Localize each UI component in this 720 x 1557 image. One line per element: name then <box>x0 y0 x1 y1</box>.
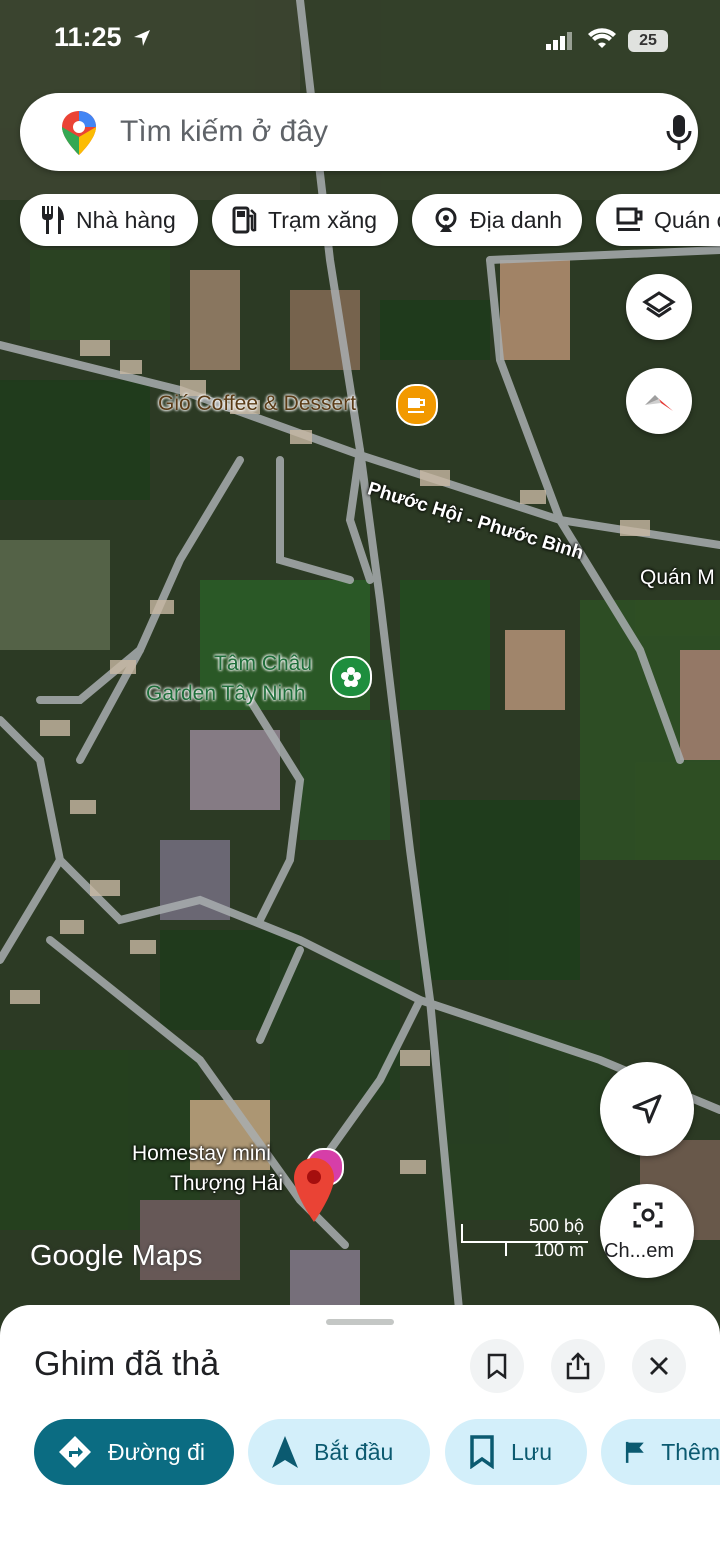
camera-lens-icon <box>633 1202 663 1228</box>
chip-restaurants[interactable]: Nhà hàng <box>20 194 198 246</box>
directions-button[interactable]: Đường đi <box>34 1419 234 1485</box>
chip-label: Địa danh <box>470 206 563 233</box>
coffee-icon <box>408 398 425 413</box>
wifi-icon <box>588 28 616 48</box>
layers-button[interactable] <box>626 274 692 340</box>
location-arrow-icon <box>134 30 150 46</box>
chip-coffee[interactable]: Quán c <box>596 194 720 246</box>
chip-label: Trạm xăng <box>268 206 378 233</box>
sheet-drag-handle[interactable] <box>326 1319 394 1325</box>
compass-button[interactable] <box>626 368 692 434</box>
coffee-pin-icon[interactable] <box>396 384 438 426</box>
place-label-tam-chau-line1[interactable]: Tâm Châu <box>214 652 312 676</box>
garden-pin-icon[interactable] <box>330 656 372 698</box>
google-maps-logo: Google Maps <box>30 1240 203 1272</box>
landmark-icon <box>435 207 457 232</box>
save-icon-button[interactable] <box>470 1339 524 1393</box>
bookmark-icon <box>487 1353 507 1379</box>
save-button[interactable]: Lưu <box>445 1419 587 1485</box>
close-icon <box>650 1357 668 1375</box>
place-label-homestay-line1[interactable]: Homestay mini <box>132 1142 271 1166</box>
chip-label: Quán c <box>654 206 720 233</box>
close-button[interactable] <box>632 1339 686 1393</box>
more-button[interactable]: Thêm <box>601 1419 720 1485</box>
save-label: Lưu <box>511 1438 552 1465</box>
microphone-icon[interactable] <box>665 113 693 151</box>
share-icon <box>566 1352 590 1380</box>
chip-label: Nhà hàng <box>76 206 176 233</box>
gas-station-icon <box>232 206 257 234</box>
flower-icon <box>341 667 361 687</box>
place-label-homestay-line2[interactable]: Thượng Hải <box>170 1172 283 1196</box>
place-label-tam-chau-line2[interactable]: Garden Tây Ninh <box>146 682 306 706</box>
start-button[interactable]: Bắt đầu <box>248 1419 430 1485</box>
lens-label: Ch...em <box>604 1240 675 1262</box>
status-bar: 11:25 25 <box>0 0 720 80</box>
flag-icon <box>625 1441 644 1463</box>
compass-icon <box>645 395 673 411</box>
share-button[interactable] <box>551 1339 605 1393</box>
navigation-arrow-icon <box>632 1094 662 1124</box>
scale-imperial: 500 bộ <box>528 1216 584 1236</box>
dropped-pin-icon[interactable] <box>294 1158 334 1222</box>
signal-icon <box>546 32 572 50</box>
my-location-button[interactable] <box>600 1062 694 1156</box>
sheet-title: Ghim đã thả <box>34 1345 220 1383</box>
status-time: 11:25 <box>54 22 122 52</box>
scale-metric: 100 m <box>533 1240 584 1260</box>
google-maps-pin-icon <box>62 111 96 155</box>
chip-gas-stations[interactable]: Trạm xăng <box>212 194 398 246</box>
search-placeholder: Tìm kiếm ở đây <box>120 115 329 148</box>
restaurant-icon <box>42 206 64 234</box>
bookmark-icon <box>470 1435 494 1469</box>
directions-label: Đường đi <box>108 1438 205 1465</box>
dropped-pin-sheet: Ghim đã thả Đường đi Bắt đầu Lưu Thêm <box>0 1305 720 1557</box>
more-label: Thêm <box>661 1438 720 1465</box>
coffee-icon <box>616 207 643 231</box>
chip-landmarks[interactable]: Địa danh <box>412 194 582 246</box>
search-bar[interactable]: Tìm kiếm ở đây <box>20 93 698 171</box>
battery-indicator: 25 <box>628 30 668 52</box>
start-label: Bắt đầu <box>314 1438 394 1465</box>
lens-button[interactable]: Ch...em <box>600 1184 694 1278</box>
place-label-gio-coffee[interactable]: Gió Coffee & Dessert <box>158 392 356 416</box>
category-chips: Nhà hàng Trạm xăng Địa danh Quán c <box>0 194 720 248</box>
place-label-quan-m[interactable]: Quán M <box>640 566 715 590</box>
layers-icon <box>642 291 676 318</box>
map-scale: 500 bộ 100 m <box>460 1216 590 1262</box>
directions-icon <box>59 1436 91 1468</box>
navigation-arrow-icon <box>272 1436 298 1468</box>
